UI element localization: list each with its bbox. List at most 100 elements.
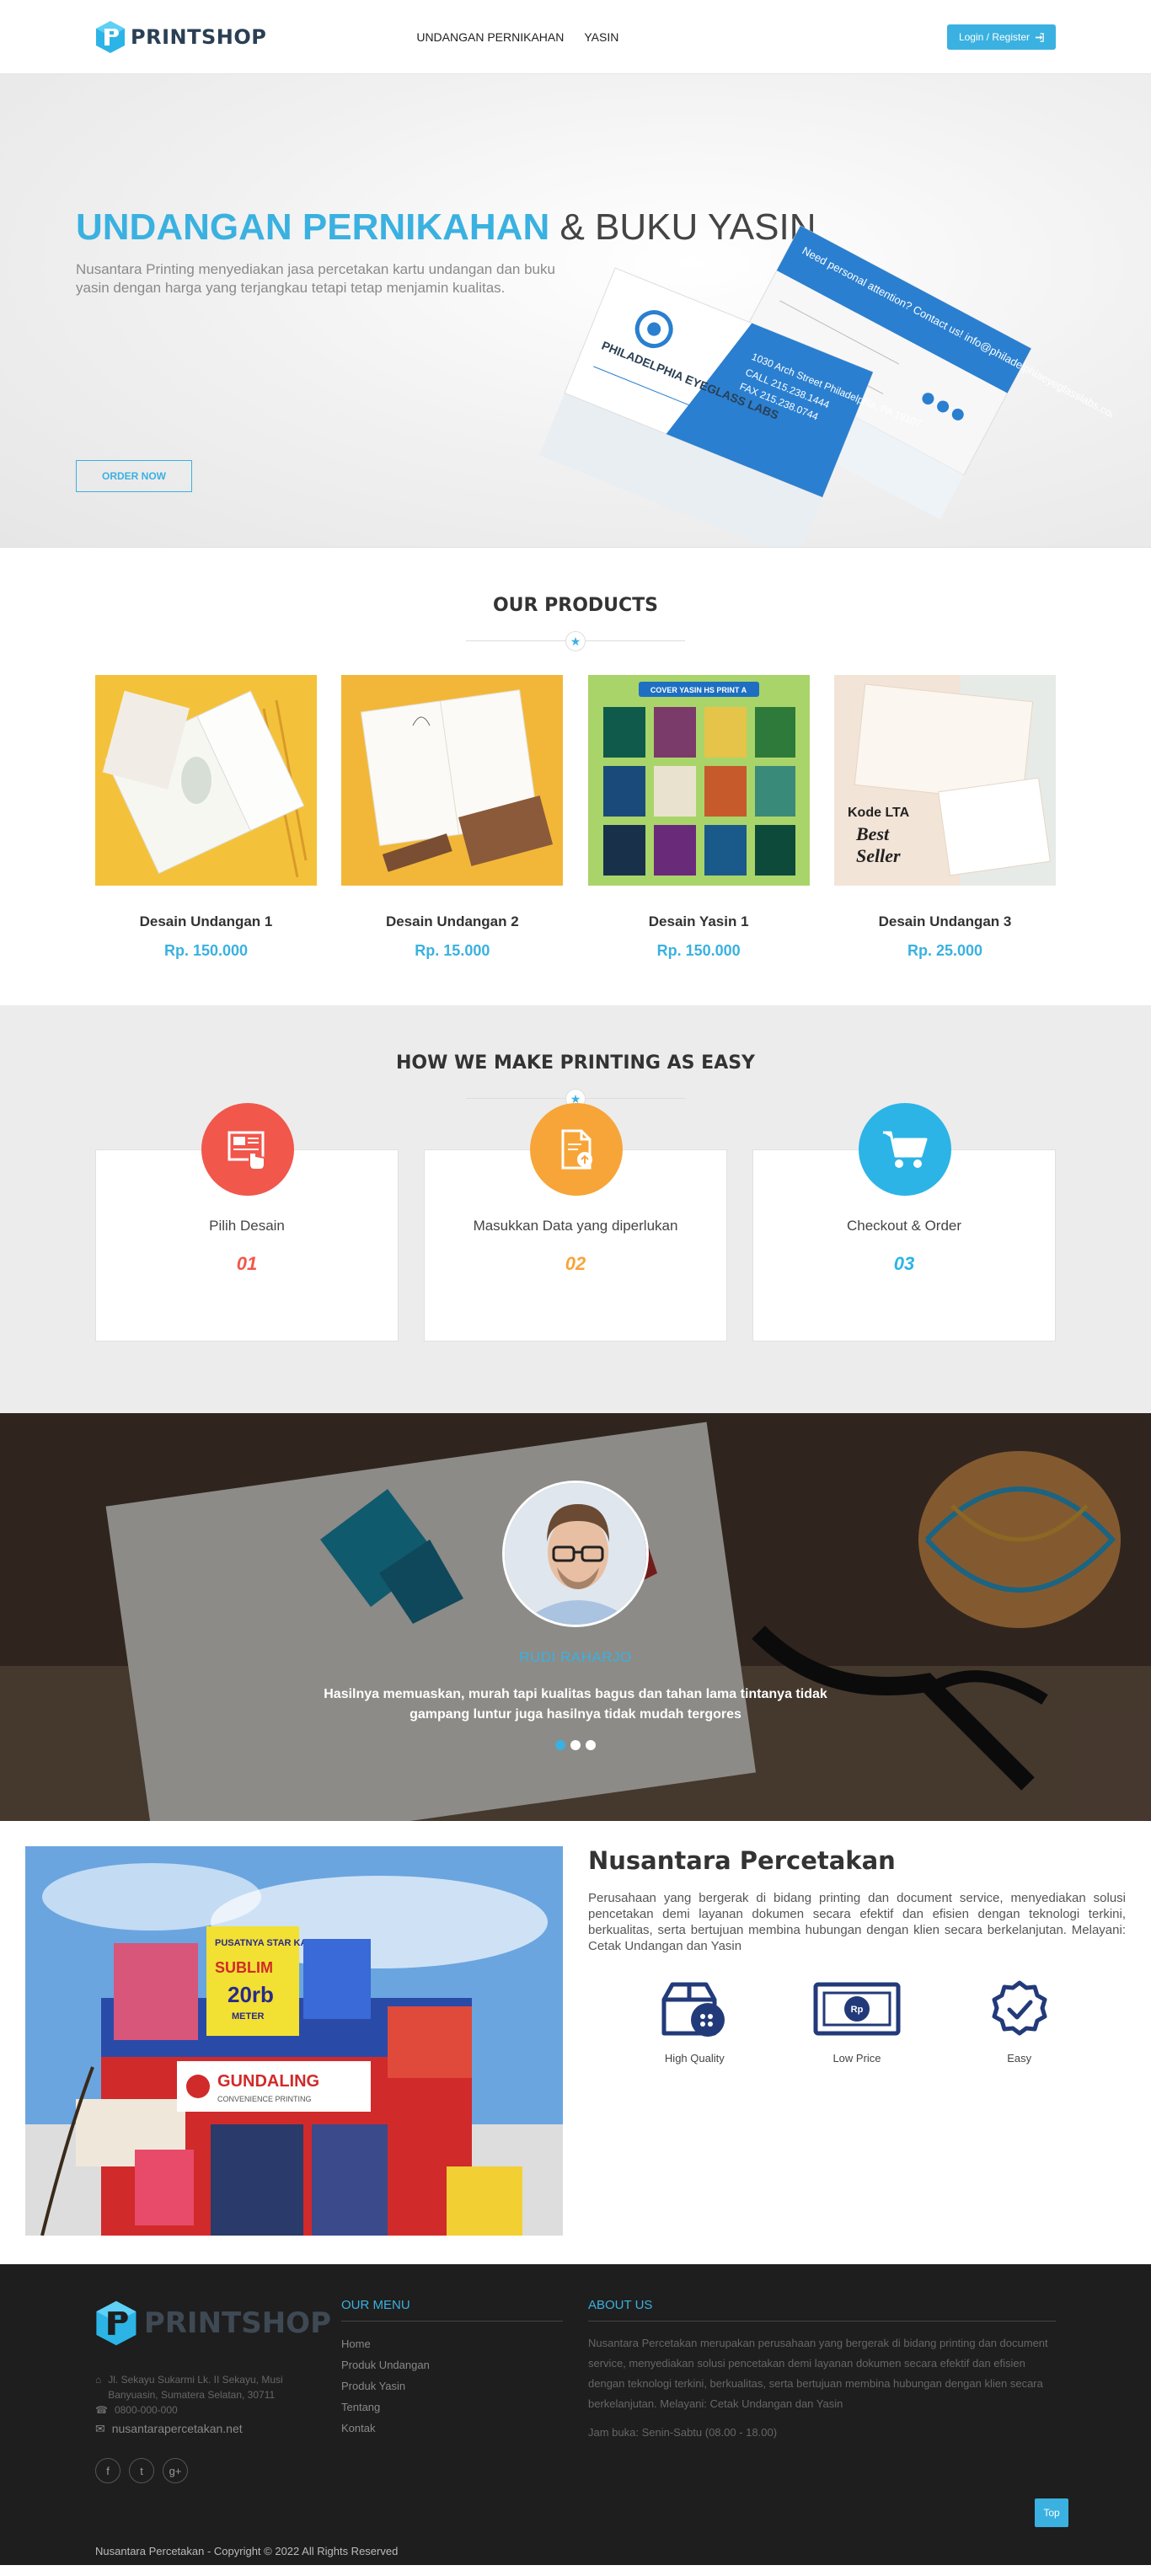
features-list: High Quality Rp Low Price Easy [588, 1976, 1126, 2065]
product-badge-line2: Best [855, 823, 890, 844]
footer-logo[interactable]: PRINTSHOP [95, 2291, 331, 2355]
about-description: Perusahaan yang bergerak di bidang print… [588, 1891, 1126, 1953]
google-plus-icon[interactable]: g+ [163, 2458, 188, 2483]
product-name: Desain Undangan 3 [878, 913, 1012, 929]
feature-item: Rp Low Price [802, 1976, 912, 2065]
footer-menu-title: OUR MENU [341, 2298, 563, 2322]
product-card[interactable]: COVER YASIN HS PRINT A Desain Yasin 1 Rp… [587, 675, 810, 960]
step-number: 03 [893, 1253, 915, 1274]
envelope-icon: ✉ [95, 2422, 105, 2435]
back-to-top-button[interactable]: Top [1035, 2498, 1068, 2527]
phone-icon: ☎ [95, 2404, 108, 2416]
sign-in-icon [1035, 32, 1044, 42]
product-image [95, 675, 317, 886]
store-sub: CONVENIENCE PRINTING [217, 2095, 312, 2103]
copyright: Nusantara Percetakan - Copyright © 2022 … [95, 2545, 399, 2557]
main-nav: UNDANGAN PERNIKAHAN YASIN [416, 30, 618, 44]
carousel-dot[interactable] [555, 1740, 565, 1750]
svg-text:Rp: Rp [851, 2005, 864, 2015]
testimonial-quote: Hasilnya memuaskan, murah tapi kualitas … [324, 1687, 827, 1722]
step-label: Checkout & Order [846, 1218, 962, 1234]
twitter-icon[interactable]: t [129, 2458, 154, 2483]
nav-link-yasin[interactable]: YASIN [584, 30, 618, 44]
product-badge-line1: Kode LTA [848, 806, 910, 820]
products-title: OUR PRODUCTS [492, 595, 659, 616]
banner-sub: SUBLIM [215, 1959, 273, 1976]
footer-logo-text: PRINTSHOP [143, 2306, 331, 2340]
login-register-button[interactable]: Login / Register [946, 24, 1056, 50]
hero-text: UNDANGAN PERNIKAHAN & BUKU YASIN Nusanta… [76, 205, 816, 297]
footer-menu-kontak[interactable]: Kontak [341, 2418, 563, 2439]
logo-icon [96, 2300, 137, 2346]
footer-menu-produk-undangan[interactable]: Produk Undangan [341, 2354, 563, 2375]
banner-price: 20rb [228, 1982, 274, 2007]
logo[interactable]: PRINTSHOP [95, 20, 266, 54]
step-label: Masukkan Data yang diperlukan [473, 1218, 678, 1234]
feature-label: Low Price [832, 2052, 881, 2065]
about-section: GUNDALING CONVENIENCE PRINTING PUSATNYA … [0, 1821, 1151, 2264]
phone-row: ☎ 0800-000-000 [95, 2402, 331, 2418]
carousel-dot[interactable] [570, 1740, 581, 1750]
logo-icon [96, 21, 125, 53]
design-icon [201, 1103, 294, 1196]
nav-link-undangan[interactable]: UNDANGAN PERNIKAHAN [416, 30, 564, 44]
step-card: Pilih Desain 01 [95, 1103, 399, 1342]
document-upload-icon [530, 1103, 623, 1196]
footer-menu-home[interactable]: Home [341, 2333, 563, 2354]
footer-email[interactable]: nusantarapercetakan.net [112, 2421, 243, 2436]
banner-unit: METER [232, 2011, 265, 2022]
email-row: ✉ nusantarapercetakan.net [95, 2421, 331, 2436]
store-sign: GUNDALING [217, 2072, 319, 2091]
carousel-dot[interactable] [586, 1740, 596, 1750]
footer-hours: Jam buka: Senin-Sabtu (08.00 - 18.00) [588, 2426, 778, 2439]
banner-top: PUSATNYA STAR KAIN [215, 1938, 316, 1948]
footer-contact: ⌂ Jl. Sekayu Sukarmi Lk. II Sekayu, Musi… [95, 2372, 331, 2436]
social-links: f t g+ [95, 2458, 331, 2483]
footer-menu-column: OUR MENU Home Produk Undangan Produk Yas… [341, 2298, 563, 2439]
step-number: 02 [565, 1253, 586, 1274]
product-image: COVER YASIN HS PRINT A [587, 675, 810, 886]
footer-about-title: ABOUT US [588, 2298, 1056, 2322]
hero-description: Nusantara Printing menyediakan jasa perc… [76, 261, 555, 296]
product-price: Rp. 150.000 [656, 942, 741, 959]
feature-item: High Quality [640, 1976, 749, 2065]
quality-box-icon [640, 1976, 749, 2042]
product-card[interactable]: Desain Undangan 1 Rp. 150.000 [95, 675, 317, 960]
footer-menu-produk-yasin[interactable]: Produk Yasin [341, 2375, 563, 2397]
product-card[interactable]: Kode LTA Best Seller Desain Undangan 3 R… [833, 675, 1056, 960]
hero-section: UNDANGAN PERNIKAHAN & BUKU YASIN Nusanta… [0, 74, 1151, 548]
how-title: HOW WE MAKE PRINTING AS EASY [396, 1052, 755, 1074]
section-divider: ★ [466, 631, 685, 651]
facebook-icon[interactable]: f [95, 2458, 120, 2483]
home-icon: ⌂ [95, 2374, 102, 2386]
product-name: Desain Yasin 1 [648, 913, 749, 929]
product-price: Rp. 25.000 [907, 942, 983, 959]
product-price: Rp. 150.000 [163, 942, 249, 959]
products-section: OUR PRODUCTS ★ Desain Undangan 1 Rp. 150… [0, 548, 1151, 1005]
testimonial-name: RUDI RAHARJO [519, 1649, 632, 1665]
logo-text: PRINTSHOP [131, 25, 267, 49]
footer-about-text: Nusantara Percetakan merupakan perusahaa… [588, 2337, 1048, 2410]
feature-label: High Quality [664, 2052, 725, 2065]
business-cards-image: Need personal attention? Contact us! inf… [539, 225, 1112, 547]
product-image: Kode LTA Best Seller [833, 675, 1056, 886]
how-it-works-section: HOW WE MAKE PRINTING AS EASY ★ Pilih Des… [0, 1005, 1151, 1413]
avatar [502, 1481, 649, 1627]
carousel-dots [0, 1740, 1151, 1750]
footer-menu: Home Produk Undangan Produk Yasin Tentan… [341, 2333, 563, 2439]
check-badge-icon [965, 1976, 1074, 2042]
rupiah-bill-icon: Rp [802, 1976, 912, 2042]
product-card[interactable]: Desain Undangan 2 Rp. 15.000 [341, 675, 564, 960]
footer-menu-tentang[interactable]: Tentang [341, 2397, 563, 2418]
product-price: Rp. 15.000 [415, 942, 490, 959]
step-label: Pilih Desain [209, 1218, 285, 1234]
steps-list: Pilih Desain 01 Masukkan Data yang diper… [95, 1103, 1056, 1342]
address-row: ⌂ Jl. Sekayu Sukarmi Lk. II Sekayu, Musi… [95, 2372, 331, 2402]
order-now-button[interactable]: ORDER NOW [76, 460, 192, 492]
product-name: Desain Undangan 1 [139, 913, 273, 929]
footer-about-column: ABOUT US Nusantara Percetakan merupakan … [588, 2298, 1056, 2439]
footer-phone: 0800-000-000 [114, 2404, 178, 2416]
testimonial-section: RUDI RAHARJO Hasilnya memuaskan, murah t… [0, 1413, 1151, 1821]
product-name: Desain Undangan 2 [385, 913, 519, 929]
product-banner: COVER YASIN HS PRINT A [650, 686, 747, 694]
